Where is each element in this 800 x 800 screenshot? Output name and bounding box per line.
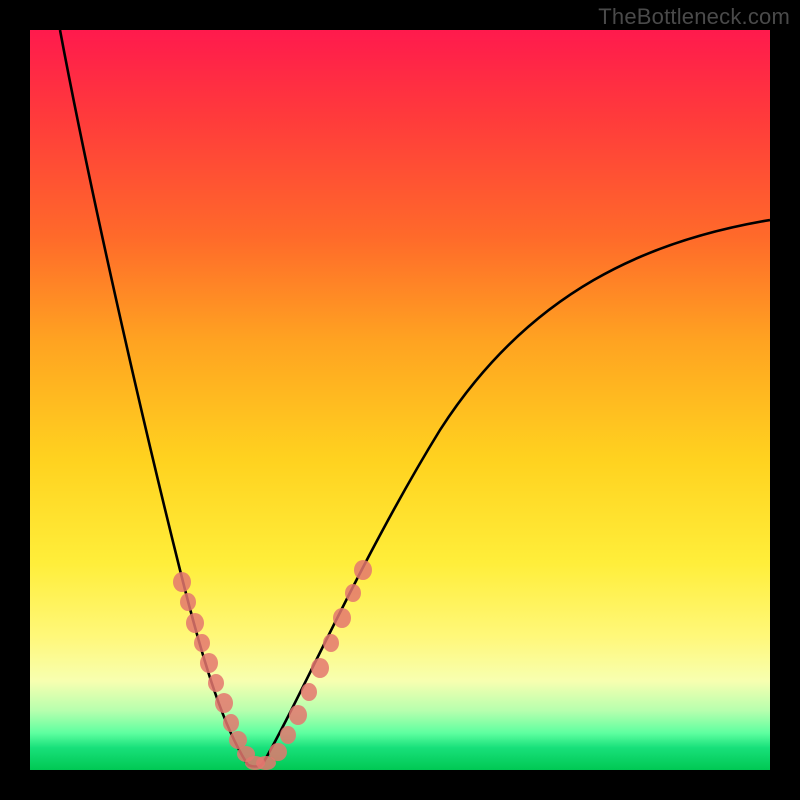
data-point	[223, 714, 239, 732]
data-point	[311, 658, 329, 678]
data-point	[280, 726, 296, 744]
data-points-group	[173, 560, 372, 770]
data-point	[269, 743, 287, 761]
data-point	[208, 674, 224, 692]
data-point	[200, 653, 218, 673]
data-point	[301, 683, 317, 701]
data-point	[186, 613, 204, 633]
data-point	[173, 572, 191, 592]
data-point	[345, 584, 361, 602]
data-point	[354, 560, 372, 580]
data-point	[323, 634, 339, 652]
watermark-text: TheBottleneck.com	[598, 4, 790, 30]
data-point	[333, 608, 351, 628]
data-point	[194, 634, 210, 652]
bottleneck-curve-right	[262, 220, 770, 765]
chart-svg	[30, 30, 770, 770]
data-point	[289, 705, 307, 725]
data-point	[180, 593, 196, 611]
bottleneck-curve-left	[60, 30, 248, 765]
chart-plot-area	[30, 30, 770, 770]
chart-frame: TheBottleneck.com	[0, 0, 800, 800]
data-point	[215, 693, 233, 713]
